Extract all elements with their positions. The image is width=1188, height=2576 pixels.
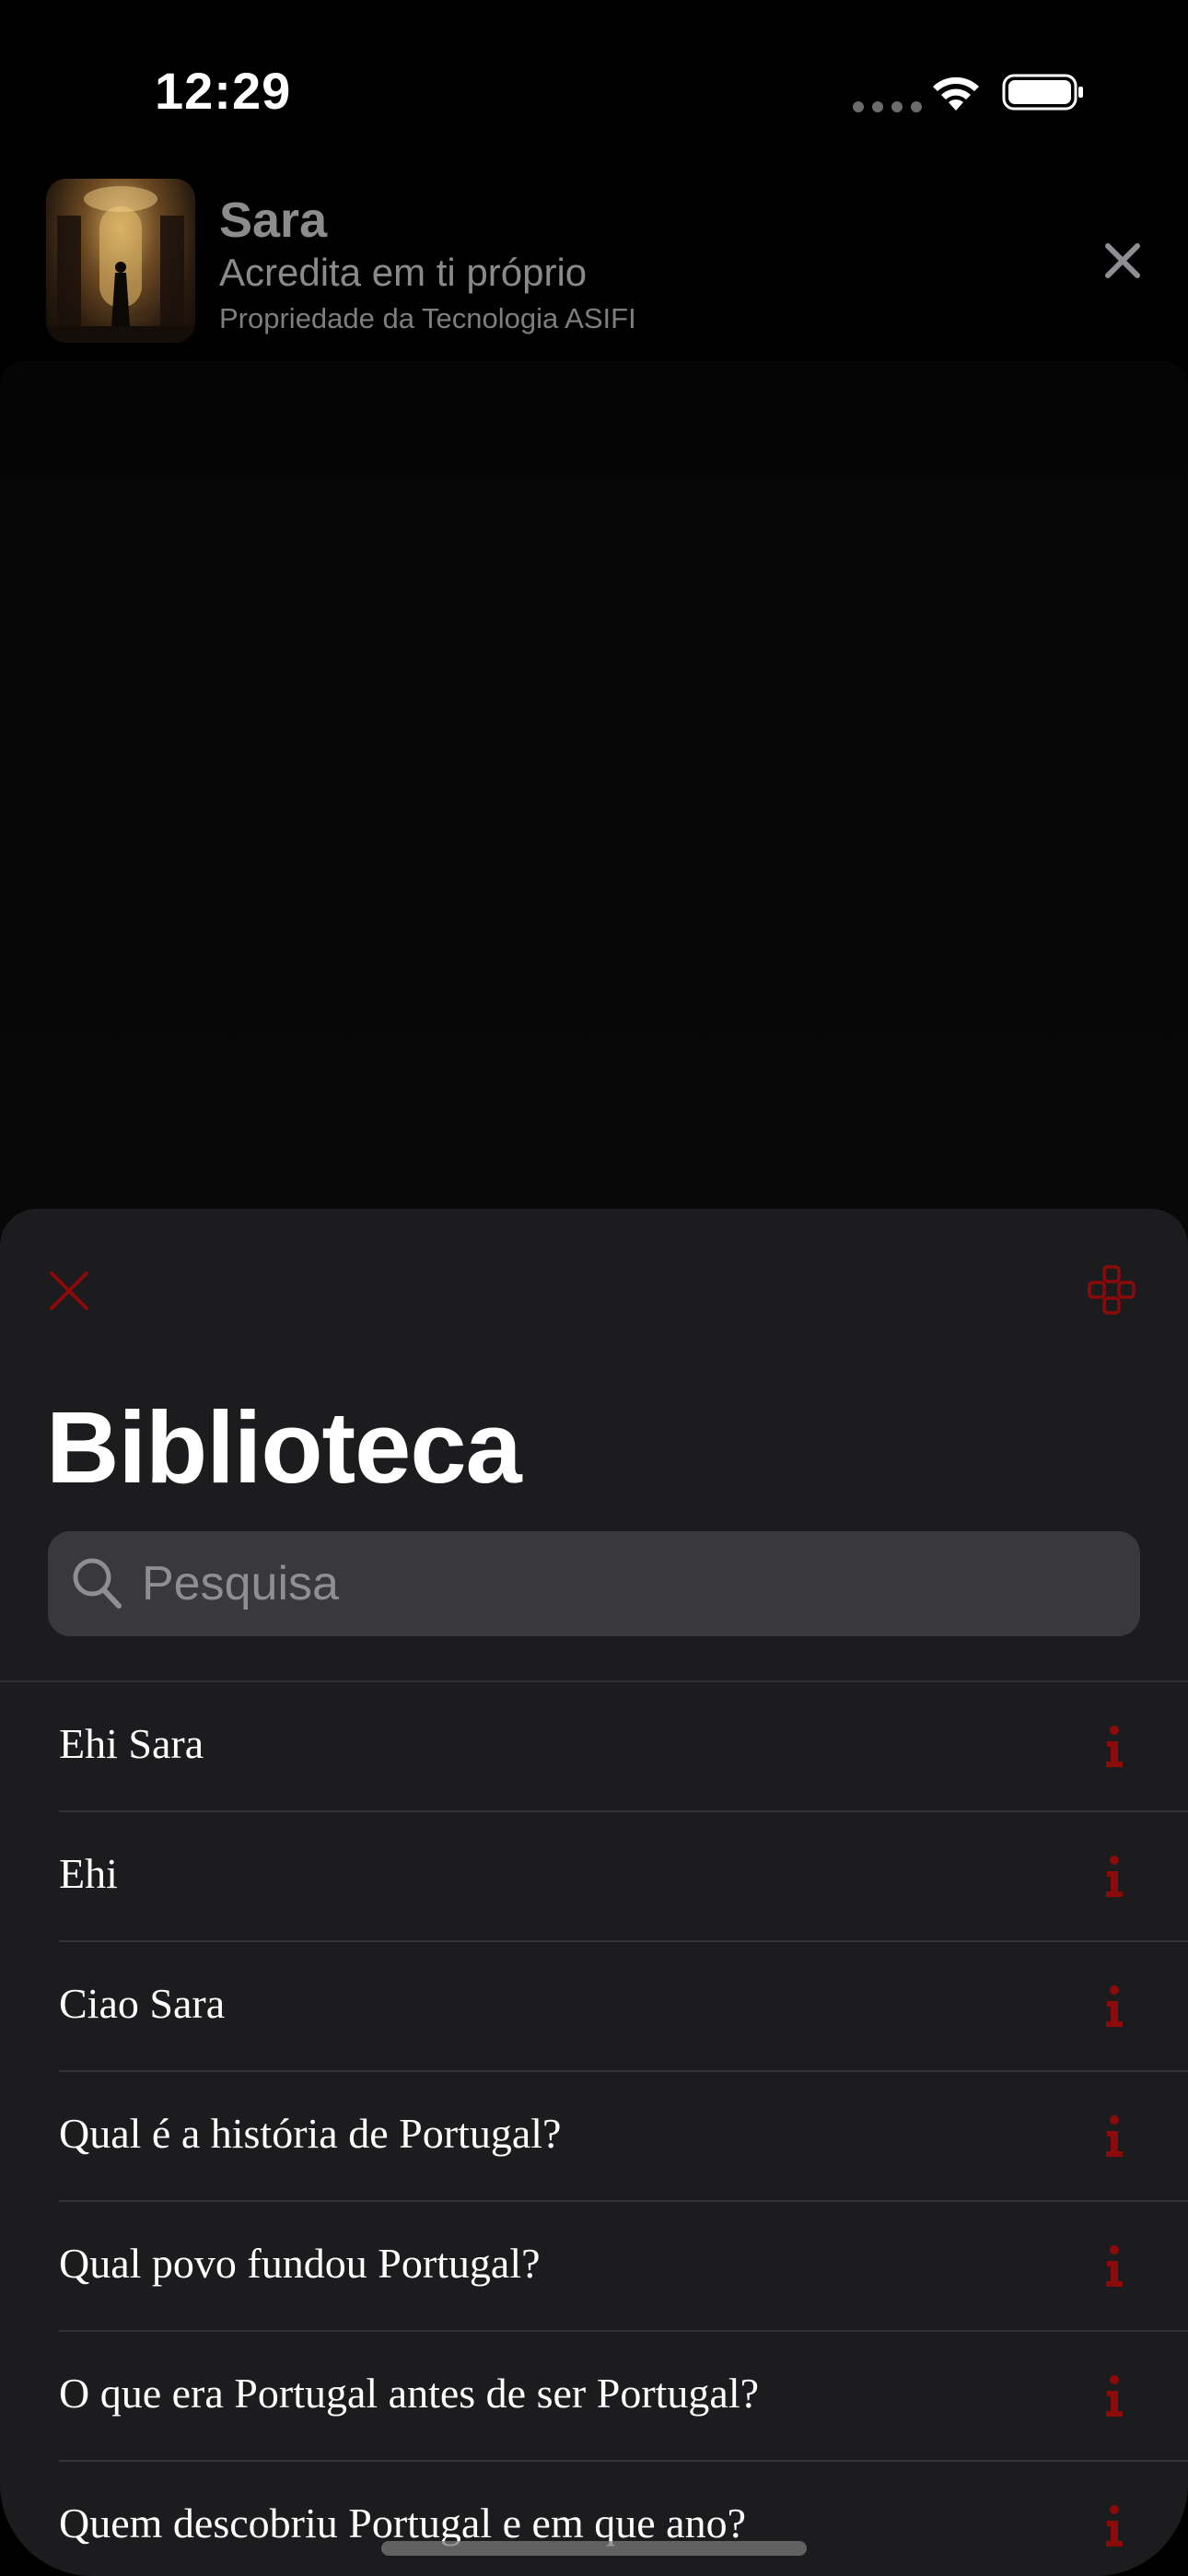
list-item-label: Qual povo fundou Portugal?: [59, 2240, 541, 2287]
search-field[interactable]: [48, 1531, 1140, 1636]
info-icon[interactable]: [1101, 1985, 1127, 2029]
battery-icon: [1002, 74, 1083, 111]
banner-subtitle: Acredita em ti próprio: [219, 251, 588, 294]
list-item[interactable]: Ehi: [0, 1812, 1188, 1942]
banner-artwork: [46, 179, 195, 343]
banner-title: Sara: [219, 193, 328, 248]
close-icon[interactable]: [48, 1270, 90, 1312]
info-icon[interactable]: [1101, 2114, 1127, 2159]
list-item[interactable]: Ehi Sara: [0, 1682, 1188, 1812]
list-item[interactable]: Qual povo fundou Portugal?: [0, 2202, 1188, 2332]
info-icon[interactable]: [1101, 2504, 1127, 2548]
gamepad-icon[interactable]: [1087, 1264, 1136, 1316]
banner-close-icon[interactable]: [1098, 236, 1147, 286]
page-title: Biblioteca: [46, 1391, 522, 1505]
info-icon[interactable]: [1101, 1725, 1127, 1769]
content-backdrop: [0, 361, 1188, 1236]
list-item-label: O que era Portugal antes de ser Portugal…: [59, 2370, 760, 2417]
list-item-label: Qual é a história de Portugal?: [59, 2110, 562, 2157]
list-item[interactable]: Qual é a história de Portugal?: [0, 2072, 1188, 2202]
info-icon[interactable]: [1101, 1855, 1127, 1899]
list-item[interactable]: Ciao Sara: [0, 1942, 1188, 2072]
list-item-label: Ehi: [59, 1850, 118, 1897]
library-sheet: Biblioteca Ehi Sara Ehi: [0, 1209, 1188, 2576]
phone-screen: 12:29 Sara Acredita em ti próprio Propri…: [0, 0, 1188, 2576]
cellular-signal-icon: [853, 101, 922, 112]
wifi-icon: [933, 76, 979, 111]
status-time: 12:29: [155, 62, 292, 120]
list-item[interactable]: O que era Portugal antes de ser Portugal…: [0, 2332, 1188, 2462]
info-icon[interactable]: [1101, 2244, 1127, 2289]
now-playing-banner[interactable]: Sara Acredita em ti próprio Propriedade …: [0, 166, 1188, 359]
library-list: Ehi Sara Ehi Ciao Sara Qual é a história…: [0, 1682, 1188, 2576]
list-item-label: Ehi Sara: [59, 1720, 204, 1767]
info-icon[interactable]: [1101, 2374, 1127, 2418]
home-indicator[interactable]: [381, 2541, 807, 2556]
search-input[interactable]: [140, 1531, 1116, 1636]
banner-caption: Propriedade da Tecnologia ASIFI: [219, 302, 636, 334]
list-item[interactable]: Quem descobriu Portugal e em que ano?: [0, 2462, 1188, 2576]
list-item-label: Ciao Sara: [59, 1980, 226, 2027]
search-icon: [73, 1558, 122, 1609]
